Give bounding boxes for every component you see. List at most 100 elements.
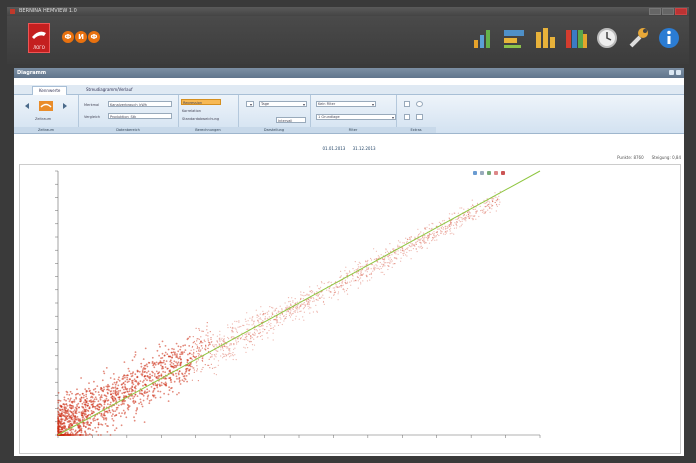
scatter-point — [272, 332, 274, 334]
tab-kennwerte[interactable]: Kennwerte — [32, 86, 68, 95]
scatter-point — [179, 355, 182, 358]
stddev-option[interactable]: Standardabweichung — [182, 117, 219, 121]
scatter-point — [172, 363, 175, 365]
scatter-point — [419, 245, 421, 247]
chart-canvas[interactable] — [20, 165, 680, 453]
scatter-point — [64, 412, 67, 415]
scatter-point — [175, 361, 178, 363]
scatter-point — [274, 308, 276, 310]
scatter-point — [469, 216, 471, 218]
scatter-point — [294, 298, 296, 300]
scatter-point — [421, 247, 423, 250]
scatter-point — [228, 338, 230, 340]
scatter-point — [302, 316, 304, 318]
scatter-point — [120, 424, 123, 427]
scatter-point — [272, 307, 274, 309]
extras-export-icon[interactable] — [416, 114, 423, 120]
extras-checkbox-1[interactable] — [404, 101, 410, 107]
scatter-point — [130, 375, 133, 378]
close-button[interactable] — [675, 8, 687, 15]
scatter-point — [471, 199, 473, 201]
scatter-point — [230, 336, 233, 338]
scatter-point — [123, 412, 126, 415]
app-small-icon — [10, 9, 15, 14]
dashboard-icon[interactable] — [502, 26, 526, 50]
scatter-point — [106, 399, 109, 402]
scatter-point — [473, 208, 475, 210]
panel-close-icon[interactable] — [676, 70, 681, 75]
scatter-point — [117, 396, 120, 399]
scatter-point — [65, 410, 67, 412]
panel-refresh-icon[interactable] — [669, 70, 674, 75]
field2-input[interactable]: Produktion_Stk — [108, 113, 172, 119]
scatter-point — [200, 340, 202, 343]
scatter-point — [146, 391, 149, 393]
scatter-point — [288, 306, 290, 308]
scatter-point — [201, 330, 203, 332]
bars-icon[interactable] — [533, 26, 557, 50]
scatter-point — [274, 325, 276, 327]
scatter-point — [77, 402, 80, 405]
scatter-point — [303, 302, 305, 304]
extras-print-icon[interactable] — [404, 114, 410, 120]
scatter-point — [149, 373, 151, 376]
scatter-point — [126, 376, 129, 379]
scatter-point — [360, 270, 362, 272]
bar-chart-icon[interactable] — [471, 26, 495, 50]
interval-count-select[interactable] — [246, 101, 254, 107]
scatter-point — [79, 418, 81, 420]
scatter-point — [397, 250, 399, 252]
scatter-point — [118, 379, 121, 382]
scatter-point — [196, 340, 198, 342]
wrench-icon[interactable] — [626, 26, 650, 50]
scatter-point — [295, 306, 297, 308]
scatter-point — [99, 388, 102, 391]
scatter-point — [114, 397, 117, 400]
tab-streudiagramm[interactable]: Streudiagramm/Verlauf — [80, 86, 139, 94]
scatter-point — [234, 354, 236, 356]
scatter-point — [158, 383, 161, 386]
scatter-point — [79, 398, 81, 400]
scatter-point — [175, 342, 178, 345]
scatter-point — [467, 208, 469, 210]
scatter-point — [302, 298, 304, 300]
scatter-point — [146, 371, 148, 374]
interval-unit-select[interactable]: Tage — [259, 101, 307, 107]
group-label-darstellung: Darstellung — [238, 127, 310, 133]
scatter-point — [462, 215, 464, 217]
basis-select[interactable]: 1 Grundlage — [316, 114, 396, 120]
field1-input[interactable]: Kanalverbrauch_kWh — [108, 101, 172, 107]
maximize-button[interactable] — [662, 8, 674, 15]
scatter-point — [172, 366, 175, 369]
scatter-point — [350, 284, 352, 286]
scatter-point — [59, 405, 62, 408]
scatter-point — [226, 346, 228, 348]
minimize-button[interactable] — [649, 8, 661, 15]
info-icon[interactable] — [657, 26, 681, 50]
scatter-point — [281, 313, 283, 315]
scatter-point — [441, 227, 443, 229]
scatter-point — [202, 366, 204, 369]
scatter-point — [436, 239, 438, 241]
scatter-point — [172, 374, 175, 377]
correlation-option[interactable]: Korrelation — [182, 109, 201, 113]
scatter-point — [164, 377, 167, 379]
scatter-point — [60, 415, 62, 418]
period-nav-icon[interactable] — [21, 98, 71, 118]
binders-icon[interactable] — [564, 26, 588, 50]
scatter-point — [180, 358, 182, 361]
scatter-point — [216, 345, 218, 347]
interval-button[interactable]: Intervall — [276, 117, 306, 123]
scatter-point — [126, 378, 128, 381]
scatter-point — [183, 375, 186, 377]
regression-button[interactable]: Regression — [181, 99, 221, 105]
filter-select[interactable]: Kein Filter — [316, 101, 376, 107]
scatter-point — [195, 327, 197, 329]
extras-settings-icon[interactable] — [416, 101, 423, 107]
scatter-point — [222, 357, 224, 359]
scatter-point — [121, 392, 124, 395]
scatter-point — [411, 245, 413, 247]
clock-icon[interactable] — [595, 26, 619, 50]
scatter-point — [391, 260, 393, 262]
scatter-point — [331, 297, 333, 299]
